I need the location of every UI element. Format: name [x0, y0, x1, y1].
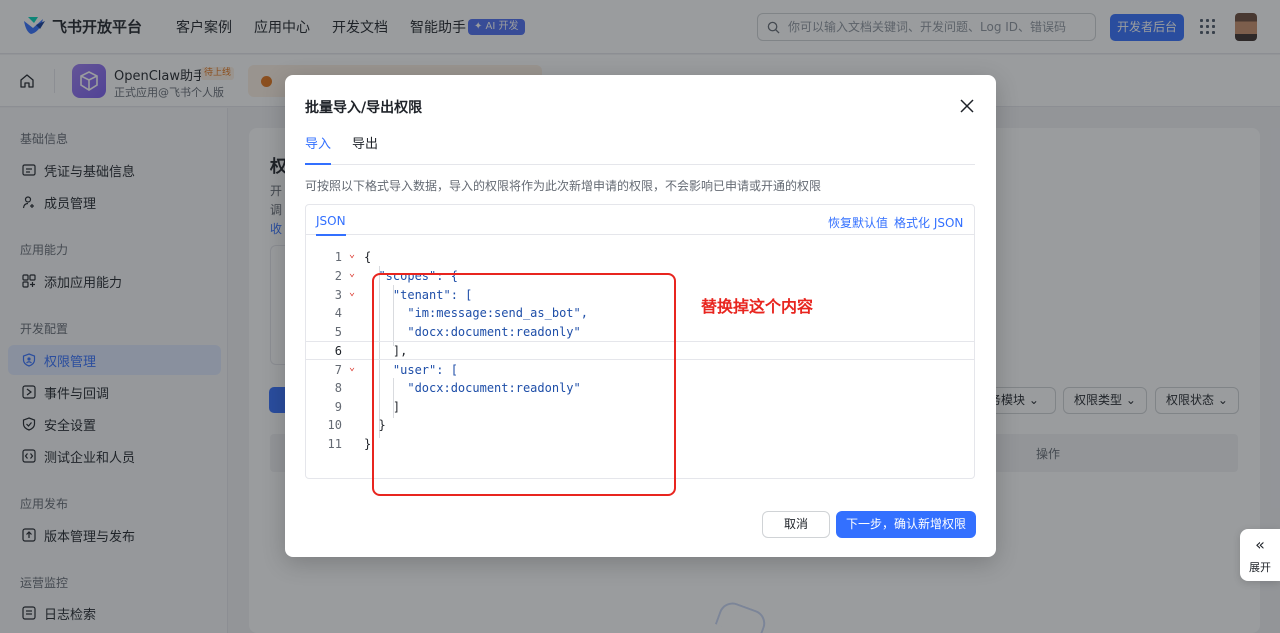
restore-default-link[interactable]: 恢复默认值 [828, 214, 888, 231]
fold-chevron-icon[interactable]: ⌄ [349, 287, 355, 298]
editor-toolbar: JSON 恢复默认值 格式化 JSON [306, 205, 974, 236]
double-chevron-left-icon: « [1255, 535, 1265, 554]
dialog-title: 批量导入/导出权限 [305, 100, 423, 116]
close-icon[interactable] [959, 98, 975, 114]
next-confirm-button[interactable]: 下一步，确认新增权限 [836, 511, 976, 538]
expand-label: 展开 [1249, 561, 1271, 574]
code-editor[interactable]: 1 ⌄ { 2 ⌄ "scopes": { 3 ⌄ "tenant": [ 4 "im… [306, 236, 974, 496]
tab-import[interactable]: 导入 [305, 137, 332, 165]
import-description: 可按照以下格式导入数据，导入的权限将作为此次新增申请的权限，不会影响已申请或开通… [305, 179, 822, 193]
cancel-button[interactable]: 取消 [762, 511, 830, 538]
expand-panel-button[interactable]: « 展开 [1240, 529, 1280, 581]
fold-chevron-icon[interactable]: ⌄ [349, 268, 355, 279]
tab-export[interactable]: 导出 [352, 137, 378, 165]
annotation-note: 替换掉这个内容 [701, 297, 814, 316]
format-json-link[interactable]: 格式化 JSON [894, 214, 963, 231]
annotation-highlight-box [372, 273, 676, 496]
fold-chevron-icon[interactable]: ⌄ [349, 249, 355, 260]
dialog-tabs: 导入 导出 [305, 137, 975, 165]
code-line: 1 ⌄ { [334, 249, 372, 264]
fold-chevron-icon[interactable]: ⌄ [349, 362, 355, 373]
import-export-dialog: 批量导入/导出权限 导入 导出 可按照以下格式导入数据，导入的权限将作为此次新增… [285, 75, 996, 557]
editor-tab-json[interactable]: JSON [316, 214, 346, 236]
json-editor: JSON 恢复默认值 格式化 JSON 1 ⌄ { 2 ⌄ "scopes": { … [305, 204, 975, 496]
